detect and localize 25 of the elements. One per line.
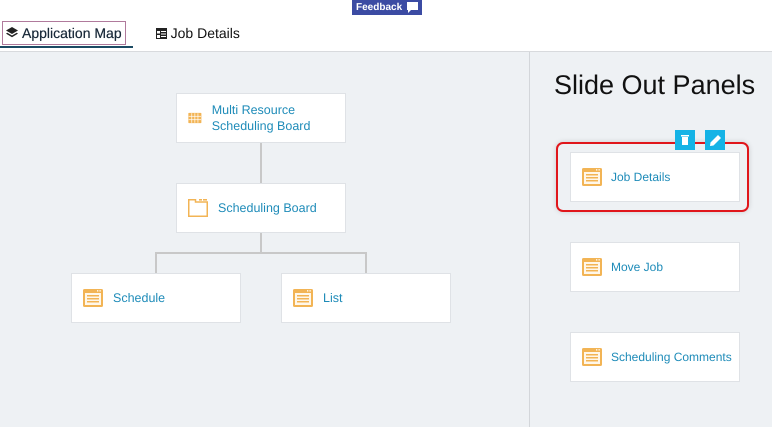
edit-button[interactable] <box>705 130 725 150</box>
window-icon <box>582 168 602 186</box>
feedback-button[interactable]: Feedback <box>352 0 422 15</box>
grid-icon <box>188 110 202 126</box>
panel-card[interactable]: Scheduling Comments <box>570 332 740 382</box>
comment-icon <box>407 2 418 13</box>
window-icon <box>582 348 602 366</box>
folder-icon <box>188 199 208 217</box>
delete-button[interactable] <box>675 130 695 150</box>
window-icon <box>83 289 103 307</box>
tab[interactable]: Job Details <box>152 21 244 45</box>
map-node[interactable]: Scheduling Board <box>176 183 346 233</box>
layers-icon <box>6 27 18 39</box>
connector-line <box>260 143 262 183</box>
panel-card[interactable]: Move Job <box>570 242 740 292</box>
map-node[interactable]: Multi Resource Scheduling Board <box>176 93 346 143</box>
pencil-icon <box>710 134 720 146</box>
map-node[interactable]: List <box>281 273 451 323</box>
window-icon <box>582 258 602 276</box>
table-icon <box>156 28 167 38</box>
trash-icon <box>681 135 689 145</box>
map-node[interactable]: Schedule <box>71 273 241 323</box>
window-icon <box>293 289 313 307</box>
panel-title: Slide Out Panels <box>554 70 756 101</box>
panel-card[interactable]: Job Details <box>570 152 740 202</box>
